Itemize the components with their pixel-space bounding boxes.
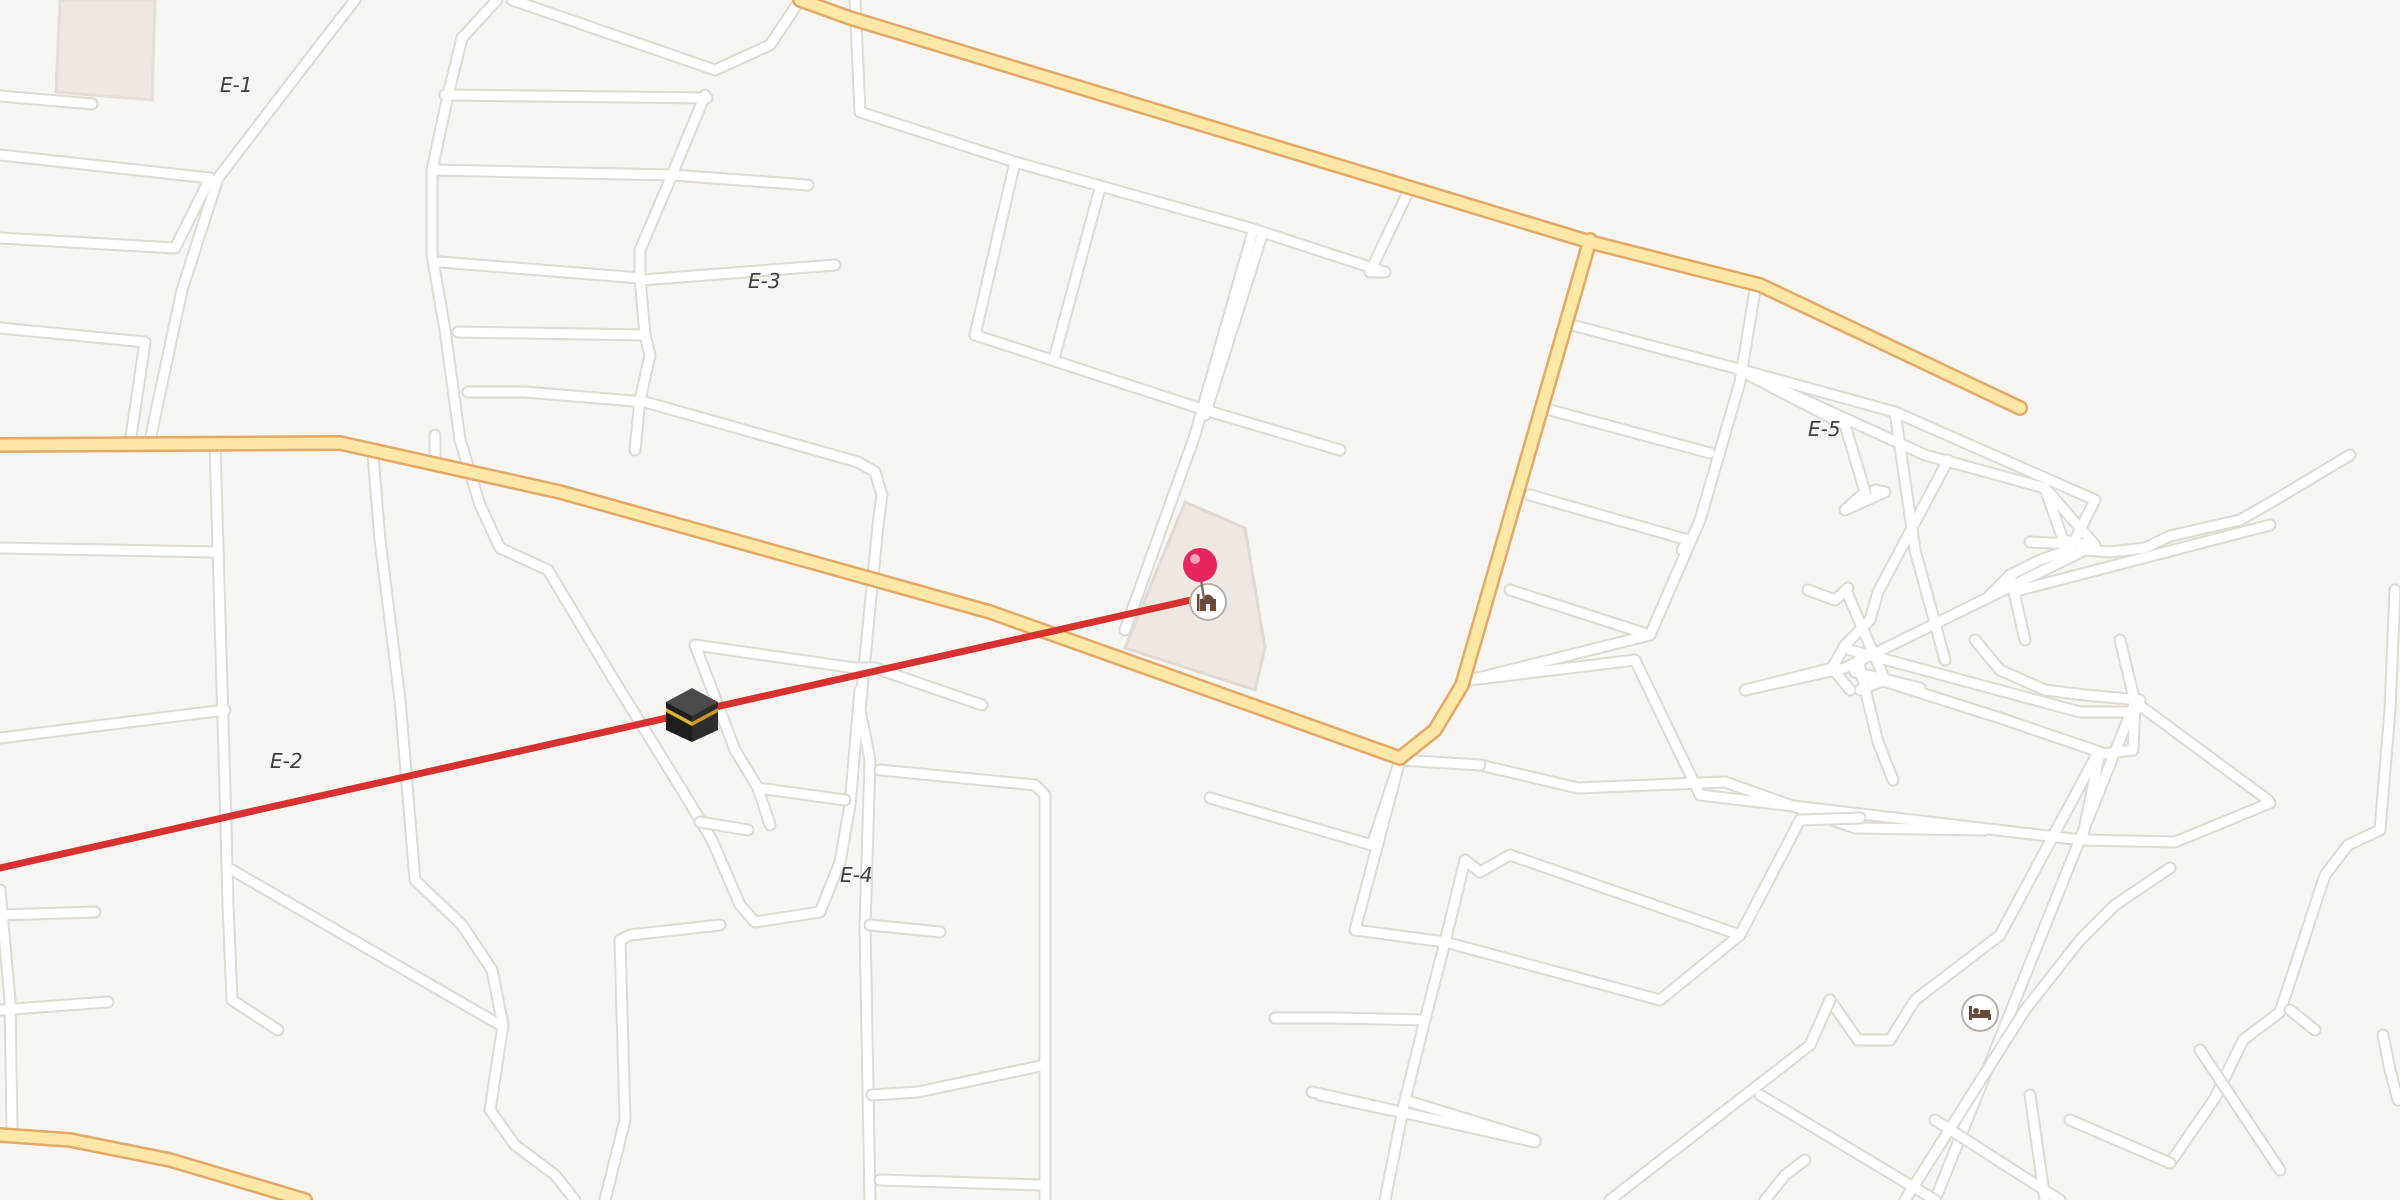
mosque-icon[interactable] xyxy=(1189,583,1227,621)
district-label-e1: E-1 xyxy=(220,73,253,97)
bed-icon[interactable] xyxy=(1961,994,1999,1032)
map-view[interactable]: E-1 E-2 E-3 E-4 E-5 xyxy=(0,0,2400,1200)
district-label-e2: E-2 xyxy=(270,749,303,773)
district-label-e5: E-5 xyxy=(1808,417,1841,441)
district-label-e3: E-3 xyxy=(748,269,781,293)
map-canvas[interactable]: E-1 E-2 E-3 E-4 E-5 xyxy=(0,0,2400,1200)
building-area xyxy=(54,0,157,102)
route-line xyxy=(0,594,1204,872)
district-label-e4: E-4 xyxy=(840,863,873,887)
